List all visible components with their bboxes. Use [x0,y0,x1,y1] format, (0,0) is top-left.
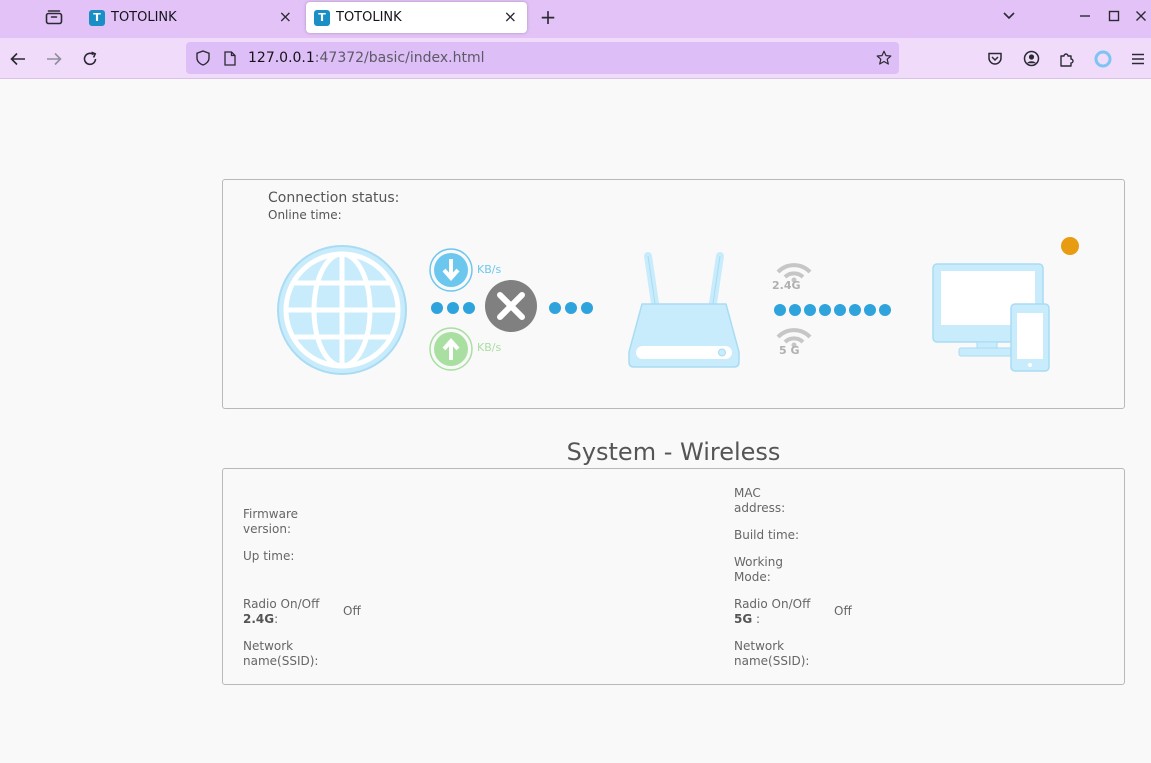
working-mode-label: Working Mode: [734,555,783,585]
tab-title: TOTOLINK [336,10,402,25]
totolink-favicon-icon: T [314,9,330,26]
firmware-version-label: Firmware version: [243,507,298,537]
url-host: 127.0.0.1 [248,50,315,66]
router-link-dots [549,302,593,314]
ssid-24g-label-line2: name(SSID): [243,654,319,668]
radio-5g-colon: : [752,612,761,626]
radio-24g-label: Radio On/Off 2.4G: [243,597,319,627]
build-time-label: Build time: [734,528,800,542]
account-icon[interactable] [1015,38,1047,79]
forward-arrow-icon[interactable] [38,38,70,79]
ssid-24g-label: Network name(SSID): [243,639,318,669]
radio-5g-label: Radio On/Off 5G : [734,597,810,627]
ssid-24g-label-line1: Network [243,639,294,653]
internet-globe-icon [277,245,407,375]
bookmark-star-icon[interactable] [876,50,892,70]
maximize-window-button[interactable] [1103,5,1125,27]
minimize-window-button[interactable] [1074,5,1096,27]
upload-speed-unit: KB/s [477,341,502,354]
tab-totolink-2[interactable]: T TOTOLINK × [306,2,527,33]
close-tab-icon[interactable]: × [279,9,292,25]
router-icon [628,252,740,368]
radio-24g-label-line1: Radio On/Off [243,597,320,611]
ssid-5g-label: Network name(SSID): [734,639,809,669]
pocket-icon[interactable] [979,38,1011,79]
url-text[interactable]: 127.0.0.1:47372/basic/index.html [248,50,484,66]
download-arrow-icon [429,248,473,292]
mac-label-line1: MAC [734,486,761,500]
band-5g-label: 5 G [779,344,800,357]
mode-label-line1: Working [734,555,783,569]
ssid-5g-label-line2: name(SSID): [734,654,810,668]
mac-label-line2: address: [734,501,786,515]
firmware-label-line2: version: [243,522,291,536]
radio-5g-value: Off [834,604,852,618]
page-info-icon[interactable] [222,50,238,66]
radio-24g-band: 2.4G [243,612,275,626]
status-indicator-dot [1061,237,1079,255]
disconnected-x-icon [485,280,537,332]
totolink-favicon-icon: T [89,9,105,26]
address-bar[interactable]: 127.0.0.1:47372/basic/index.html [186,42,899,74]
hamburger-menu-icon[interactable] [1122,38,1151,79]
system-wireless-title: System - Wireless [566,438,781,466]
mac-address-label: MAC address: [734,486,785,516]
tab-overview-icon[interactable] [40,5,68,29]
list-tabs-chevron-down-icon[interactable] [998,5,1020,27]
radio-24g-colon: : [274,612,279,626]
site-shield-icon[interactable] [194,50,212,66]
extensions-puzzle-icon[interactable] [1051,38,1083,79]
radio-5g-label-line1: Radio On/Off [734,597,811,611]
tab-totolink-1[interactable]: T TOTOLINK × [80,0,302,35]
browser-tab-bar: T TOTOLINK × T TOTOLINK × + [0,0,1151,38]
url-path: :47372/basic/index.html [314,50,485,66]
reload-icon[interactable] [74,38,106,79]
ssid-5g-label-line1: Network [734,639,785,653]
online-time-label: Online time: [268,208,342,222]
wireless-link-dots [774,304,891,316]
system-wireless-panel [222,468,1125,685]
tab-title: TOTOLINK [111,10,177,25]
upload-arrow-icon [429,327,473,371]
firmware-label-line1: Firmware [243,507,298,521]
connection-status-label: Connection status: [268,190,400,206]
back-arrow-icon[interactable] [2,38,34,79]
mode-label-line2: Mode: [734,570,771,584]
uptime-label: Up time: [243,549,295,563]
browser-toolbar: 127.0.0.1:47372/basic/index.html [0,38,1151,79]
radio-24g-value: Off [343,604,361,618]
close-tab-icon[interactable]: × [504,9,517,25]
download-speed-unit: KB/s [477,263,502,276]
radio-5g-band: 5G [734,612,753,626]
band-24g-label: 2.4G [772,279,801,292]
close-window-button[interactable] [1130,5,1151,27]
client-devices-icon [932,263,1050,372]
wan-link-dots [431,302,475,314]
profile-circle-icon[interactable] [1087,38,1119,79]
new-tab-button[interactable]: + [536,5,560,29]
